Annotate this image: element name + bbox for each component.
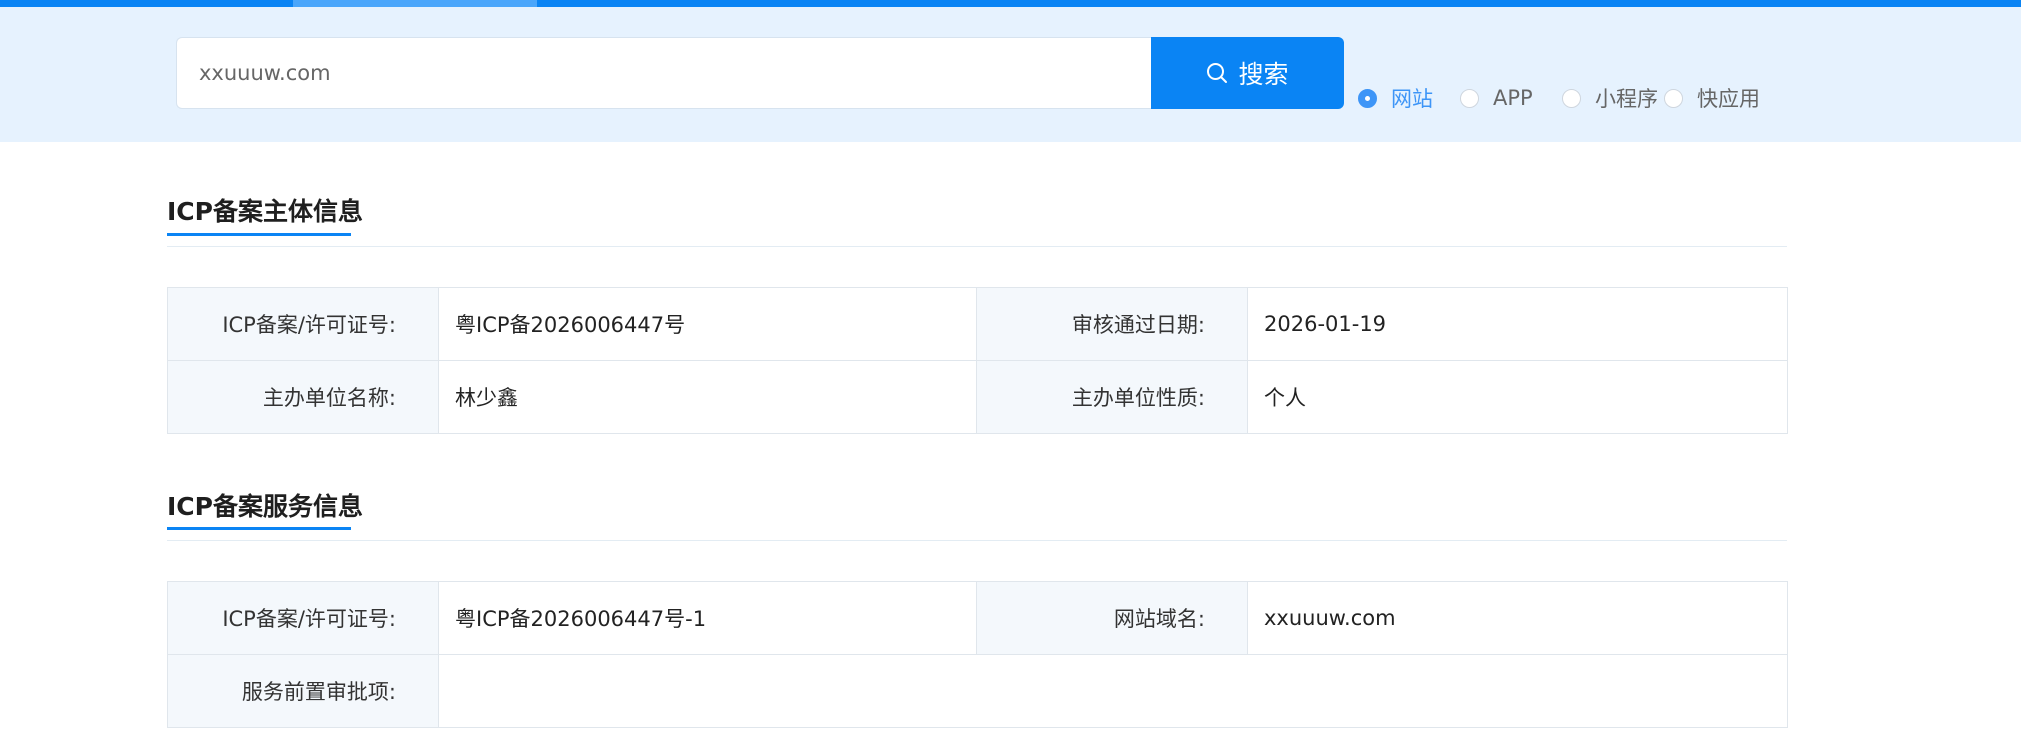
radio-quick-app[interactable]: 快应用 (1664, 83, 1760, 113)
field-value (438, 654, 1788, 728)
service-section-title: ICP备案服务信息 (167, 492, 363, 521)
field-label: 网站域名: (976, 581, 1248, 655)
field-value: 粤ICP备2026006447号 (438, 287, 977, 361)
radio-circle[interactable] (1664, 88, 1683, 108)
field-label: 审核通过日期: (976, 287, 1248, 361)
search-icon (1207, 63, 1228, 83)
table-row: ICP备案/许可证号: 粤ICP备2026006447号 审核通过日期: 202… (167, 287, 1788, 361)
field-value: 2026-01-19 (1247, 287, 1788, 361)
radio-app[interactable]: APP (1460, 83, 1533, 113)
search-button[interactable]: 搜索 (1151, 37, 1344, 109)
section-title-underline (167, 527, 351, 530)
field-value: 个人 (1247, 360, 1788, 434)
subject-info-table: ICP备案/许可证号: 粤ICP备2026006447号 审核通过日期: 202… (167, 287, 1788, 434)
field-value: 林少鑫 (438, 360, 977, 434)
section-title-underline (167, 233, 351, 236)
subject-section-title: ICP备案主体信息 (167, 197, 363, 226)
radio-label-quick-app: 快应用 (1697, 87, 1760, 111)
field-label: 服务前置审批项: (167, 654, 439, 728)
top-accent-bar (0, 0, 2021, 7)
radio-circle[interactable] (1562, 88, 1581, 108)
top-accent-bar-highlight (293, 0, 537, 7)
service-info-table: ICP备案/许可证号: 粤ICP备2026006447号-1 网站域名: xxu… (167, 581, 1788, 728)
field-value: xxuuuw.com (1247, 581, 1788, 655)
radio-circle-checked[interactable] (1358, 88, 1377, 108)
radio-label-website: 网站 (1391, 87, 1433, 111)
field-label: ICP备案/许可证号: (167, 581, 439, 655)
radio-mini-program[interactable]: 小程序 (1562, 83, 1658, 113)
field-label: 主办单位性质: (976, 360, 1248, 434)
table-row: 主办单位名称: 林少鑫 主办单位性质: 个人 (167, 360, 1788, 434)
field-label: ICP备案/许可证号: (167, 287, 439, 361)
section-divider (167, 540, 1787, 541)
section-divider (167, 246, 1787, 247)
field-label: 主办单位名称: (167, 360, 439, 434)
search-button-label: 搜索 (1238, 60, 1289, 89)
table-row: ICP备案/许可证号: 粤ICP备2026006447号-1 网站域名: xxu… (167, 581, 1788, 655)
field-value: 粤ICP备2026006447号-1 (438, 581, 977, 655)
radio-label-app: APP (1493, 86, 1533, 110)
radio-circle[interactable] (1460, 88, 1479, 108)
radio-website[interactable]: 网站 (1358, 83, 1433, 113)
table-row: 服务前置审批项: (167, 654, 1788, 728)
search-input[interactable] (176, 37, 1152, 109)
radio-label-mini-program: 小程序 (1595, 87, 1658, 111)
